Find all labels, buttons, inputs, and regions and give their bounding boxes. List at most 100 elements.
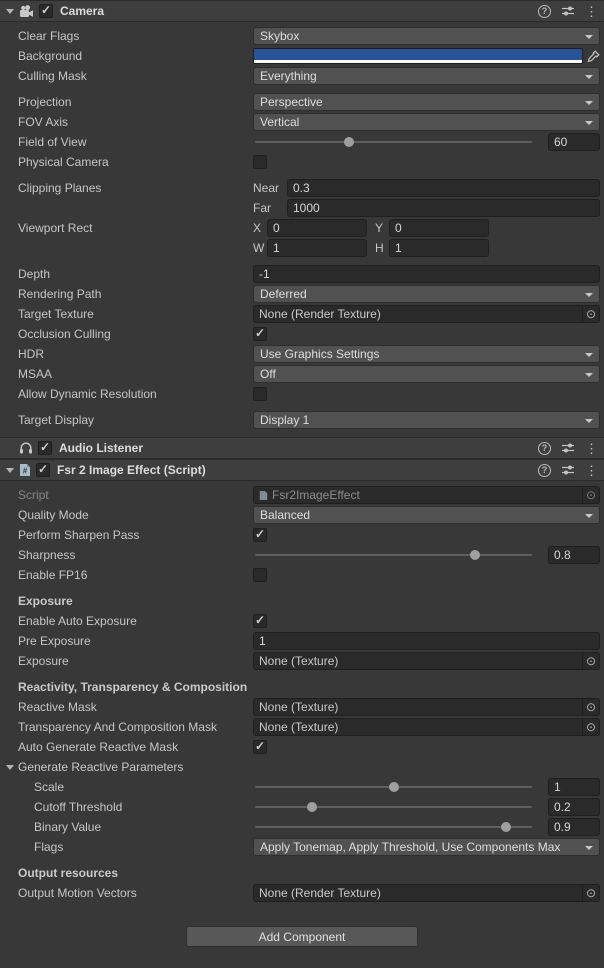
occlusion-culling-checkbox[interactable] xyxy=(253,327,267,341)
far-field[interactable]: 1000 xyxy=(287,199,600,217)
reactive-mask-field[interactable]: None (Texture) xyxy=(253,698,600,716)
field-of-view-value-field[interactable]: 60 xyxy=(548,133,600,151)
help-icon[interactable] xyxy=(538,464,551,477)
help-icon[interactable] xyxy=(538,442,551,455)
camera-enabled-checkbox[interactable] xyxy=(39,4,53,18)
object-picker-icon[interactable] xyxy=(582,719,599,735)
target-display-label: Target Display xyxy=(18,413,253,427)
scale-slider[interactable] xyxy=(253,778,534,796)
clear-flags-label: Clear Flags xyxy=(18,29,253,43)
binary-value-row: Binary Value 0.9 xyxy=(0,818,600,836)
target-texture-field[interactable]: None (Render Texture) xyxy=(253,305,600,323)
chevron-down-icon xyxy=(585,35,593,39)
cutoff-threshold-slider[interactable] xyxy=(253,798,534,816)
viewport-w-field[interactable]: 1 xyxy=(267,239,367,257)
exposure-field[interactable]: None (Texture) xyxy=(253,652,600,670)
hdr-value: Use Graphics Settings xyxy=(260,347,379,361)
quality-mode-value: Balanced xyxy=(260,508,310,522)
foldout-open-icon[interactable] xyxy=(6,9,14,14)
presets-icon[interactable] xyxy=(561,5,575,17)
viewport-x-field[interactable]: 0 xyxy=(267,219,367,237)
field-of-view-value: 60 xyxy=(554,135,567,149)
auto-generate-reactive-mask-checkbox[interactable] xyxy=(253,740,267,754)
slider-handle[interactable] xyxy=(344,137,354,147)
slider-handle[interactable] xyxy=(501,822,511,832)
chevron-down-icon xyxy=(585,293,593,297)
w-label: W xyxy=(253,241,267,255)
far-value: 1000 xyxy=(293,201,320,215)
fov-axis-dropdown[interactable]: Vertical xyxy=(253,113,600,131)
allow-dynamic-resolution-label: Allow Dynamic Resolution xyxy=(18,387,253,401)
transparency-mask-field[interactable]: None (Texture) xyxy=(253,718,600,736)
depth-label: Depth xyxy=(18,267,253,281)
background-label: Background xyxy=(18,49,253,63)
camera-icon xyxy=(19,5,34,18)
physical-camera-checkbox[interactable] xyxy=(253,155,267,169)
viewport-y-field[interactable]: 0 xyxy=(389,219,489,237)
object-picker-icon[interactable] xyxy=(582,487,599,503)
output-resources-section-header: Output resources xyxy=(0,864,600,882)
kebab-menu-icon[interactable] xyxy=(585,464,598,477)
near-field[interactable]: 0.3 xyxy=(287,179,600,197)
hdr-dropdown[interactable]: Use Graphics Settings xyxy=(253,345,600,363)
perform-sharpen-pass-checkbox[interactable] xyxy=(253,528,267,542)
msaa-dropdown[interactable]: Off xyxy=(253,365,600,383)
headphones-icon xyxy=(19,441,33,455)
output-motion-vectors-value: None (Render Texture) xyxy=(259,886,381,900)
binary-value-value-field[interactable]: 0.9 xyxy=(548,818,600,836)
output-motion-vectors-field[interactable]: None (Render Texture) xyxy=(253,884,600,902)
target-display-dropdown[interactable]: Display 1 xyxy=(253,411,600,429)
sharpness-value-field[interactable]: 0.8 xyxy=(548,546,600,564)
field-of-view-label: Field of View xyxy=(18,135,253,149)
fsr2-enabled-checkbox[interactable] xyxy=(36,463,50,477)
slider-handle[interactable] xyxy=(307,802,317,812)
fsr2-component-header[interactable]: # Fsr 2 Image Effect (Script) xyxy=(0,459,604,481)
msaa-label: MSAA xyxy=(18,367,253,381)
help-icon[interactable] xyxy=(538,5,551,18)
exposure-row: Exposure None (Texture) xyxy=(0,652,600,670)
scale-value-field[interactable]: 1 xyxy=(548,778,600,796)
sharpness-slider[interactable] xyxy=(253,546,534,564)
clear-flags-dropdown[interactable]: Skybox xyxy=(253,27,600,45)
presets-icon[interactable] xyxy=(561,442,575,454)
kebab-menu-icon[interactable] xyxy=(585,442,598,455)
script-row: Script Fsr2ImageEffect xyxy=(0,486,600,504)
background-color-field[interactable] xyxy=(253,48,583,64)
object-picker-icon[interactable] xyxy=(582,653,599,669)
chevron-down-icon xyxy=(585,121,593,125)
object-picker-icon[interactable] xyxy=(582,699,599,715)
audio-listener-component-header[interactable]: Audio Listener xyxy=(0,437,604,459)
presets-icon[interactable] xyxy=(561,464,575,476)
depth-field[interactable]: -1 xyxy=(253,265,600,283)
binary-value-slider[interactable] xyxy=(253,818,534,836)
rendering-path-dropdown[interactable]: Deferred xyxy=(253,285,600,303)
slider-handle[interactable] xyxy=(389,782,399,792)
object-picker-icon[interactable] xyxy=(582,306,599,322)
projection-dropdown[interactable]: Perspective xyxy=(253,93,600,111)
enable-auto-exposure-checkbox[interactable] xyxy=(253,614,267,628)
eyedropper-icon[interactable] xyxy=(587,50,600,63)
generate-reactive-parameters-row[interactable]: Generate Reactive Parameters xyxy=(0,758,600,776)
enable-fp16-checkbox[interactable] xyxy=(253,568,267,582)
object-picker-icon[interactable] xyxy=(582,885,599,901)
target-texture-row: Target Texture None (Render Texture) xyxy=(0,305,600,323)
allow-dynamic-resolution-row: Allow Dynamic Resolution xyxy=(0,385,600,403)
kebab-menu-icon[interactable] xyxy=(585,5,598,18)
camera-component-header[interactable]: Camera xyxy=(0,0,604,22)
slider-handle[interactable] xyxy=(470,550,480,560)
cutoff-threshold-label: Cutoff Threshold xyxy=(34,800,253,814)
allow-dynamic-resolution-checkbox[interactable] xyxy=(253,387,267,401)
pre-exposure-field[interactable]: 1 xyxy=(253,632,600,650)
culling-mask-dropdown[interactable]: Everything xyxy=(253,67,600,85)
viewport-h-field[interactable]: 1 xyxy=(389,239,489,257)
field-of-view-slider[interactable] xyxy=(253,133,534,151)
foldout-open-icon[interactable] xyxy=(6,468,14,473)
chevron-down-icon xyxy=(585,373,593,377)
foldout-open-icon[interactable] xyxy=(6,765,14,770)
flags-dropdown[interactable]: Apply Tonemap, Apply Threshold, Use Comp… xyxy=(253,838,600,856)
audio-listener-enabled-checkbox[interactable] xyxy=(38,441,52,455)
add-component-button[interactable]: Add Component xyxy=(186,926,418,947)
msaa-row: MSAA Off xyxy=(0,365,600,383)
cutoff-threshold-value-field[interactable]: 0.2 xyxy=(548,798,600,816)
quality-mode-dropdown[interactable]: Balanced xyxy=(253,506,600,524)
